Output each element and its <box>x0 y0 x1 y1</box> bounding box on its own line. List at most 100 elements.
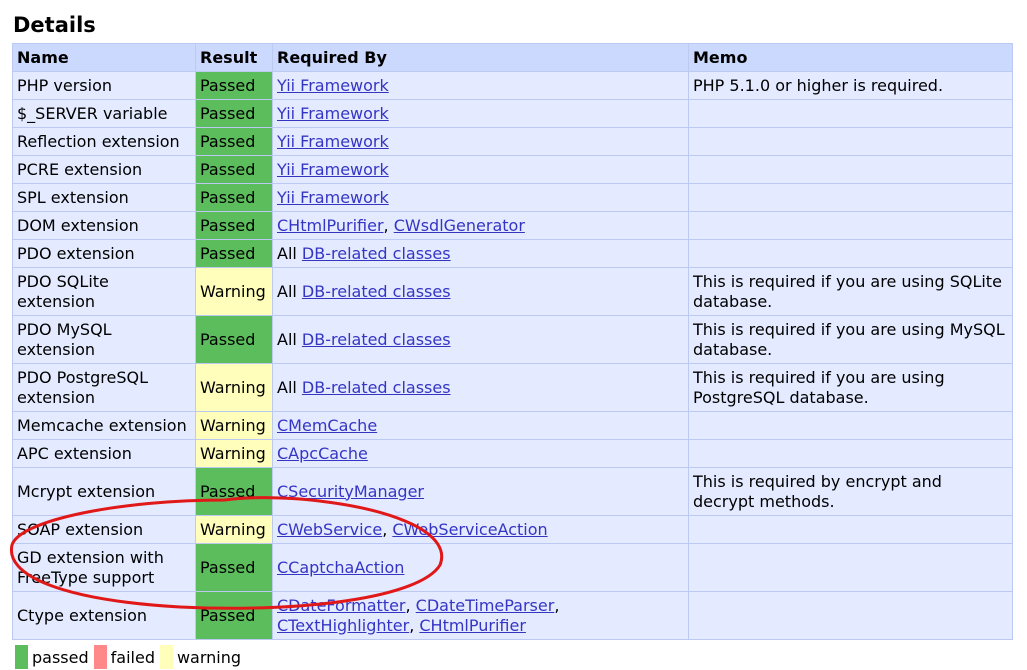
result-badge: Passed <box>196 544 273 592</box>
class-link[interactable]: CSecurityManager <box>277 482 424 501</box>
table-row: PDO SQLite extensionWarningAll DB-relate… <box>13 268 1013 316</box>
table-row: PDO PostgreSQL extensionWarningAll DB-re… <box>13 364 1013 412</box>
class-link[interactable]: Yii Framework <box>277 104 389 123</box>
result-badge: Passed <box>196 316 273 364</box>
table-row: PDO MySQL extensionPassedAll DB-related … <box>13 316 1013 364</box>
table-row: PHP versionPassedYii Framework PHP 5.1.0 … <box>13 72 1013 100</box>
memo-cell <box>689 212 1013 240</box>
memo-cell <box>689 128 1013 156</box>
memo-cell: This is required by encrypt and decrypt … <box>689 468 1013 516</box>
column-header-name: Name <box>13 44 196 72</box>
legend-swatch-passed <box>15 645 28 669</box>
required-by-cell: Yii Framework <box>273 184 689 212</box>
legend-swatch-failed <box>94 645 107 669</box>
requirement-name: DOM extension <box>13 212 196 240</box>
class-link[interactable]: CWebService <box>277 520 382 539</box>
result-badge: Passed <box>196 212 273 240</box>
required-by-cell: CMemCache <box>273 412 689 440</box>
requirement-name: PHP version <box>13 72 196 100</box>
column-header-required-by: Required By <box>273 44 689 72</box>
class-link[interactable]: Yii Framework <box>277 160 389 179</box>
class-link[interactable]: CWsdlGenerator <box>394 216 525 235</box>
class-link[interactable]: CHtmlPurifier <box>419 616 526 635</box>
link-separator: , <box>384 216 394 235</box>
memo-cell <box>689 184 1013 212</box>
requirement-name: GD extension with FreeType support <box>13 544 196 592</box>
table-row: DOM extensionPassedCHtmlPurifier, CWsdlG… <box>13 212 1013 240</box>
link-separator: , <box>409 616 419 635</box>
class-link[interactable]: DB-related classes <box>302 330 451 349</box>
memo-cell <box>689 240 1013 268</box>
class-link[interactable]: Yii Framework <box>277 188 389 207</box>
class-link[interactable]: Yii Framework <box>277 76 389 95</box>
table-row: Ctype extensionPassedCDateFormatter, CDa… <box>13 592 1013 640</box>
requirement-name: PDO SQLite extension <box>13 268 196 316</box>
required-by-cell: All DB-related classes <box>273 268 689 316</box>
requirement-name: PDO PostgreSQL extension <box>13 364 196 412</box>
class-link[interactable]: CCaptchaAction <box>277 558 404 577</box>
class-link[interactable]: Yii Framework <box>277 132 389 151</box>
header-row: Name Result Required By Memo <box>13 44 1013 72</box>
column-header-memo: Memo <box>689 44 1013 72</box>
required-by-cell: CApcCache <box>273 440 689 468</box>
table-row: Mcrypt extensionPassedCSecurityManagerTh… <box>13 468 1013 516</box>
memo-cell: This is required if you are using Postgr… <box>689 364 1013 412</box>
requirement-name: SOAP extension <box>13 516 196 544</box>
link-separator: , <box>406 596 416 615</box>
class-link[interactable]: CHtmlPurifier <box>277 216 384 235</box>
class-link[interactable]: DB-related classes <box>302 378 451 397</box>
class-link[interactable]: CMemCache <box>277 416 377 435</box>
memo-cell <box>689 544 1013 592</box>
result-badge: Warning <box>196 516 273 544</box>
required-by-prefix: All <box>277 244 302 263</box>
table-row: Memcache extensionWarningCMemCache <box>13 412 1013 440</box>
requirement-name: $_SERVER variable <box>13 100 196 128</box>
class-link[interactable]: CApcCache <box>277 444 368 463</box>
legend-swatch-warning <box>160 645 173 669</box>
class-link[interactable]: CTextHighlighter <box>277 616 409 635</box>
result-badge: Warning <box>196 412 273 440</box>
required-by-cell: Yii Framework <box>273 72 689 100</box>
required-by-cell: CDateFormatter, CDateTimeParser, CTextHi… <box>273 592 689 640</box>
required-by-cell: CCaptchaAction <box>273 544 689 592</box>
requirement-name: Memcache extension <box>13 412 196 440</box>
required-by-prefix: All <box>277 330 302 349</box>
table-row: SOAP extensionWarningCWebService, CWebSe… <box>13 516 1013 544</box>
result-badge: Warning <box>196 268 273 316</box>
result-badge: Passed <box>196 240 273 268</box>
result-badge: Passed <box>196 100 273 128</box>
result-badge: Warning <box>196 440 273 468</box>
memo-cell <box>689 100 1013 128</box>
table-row: SPL extensionPassedYii Framework <box>13 184 1013 212</box>
required-by-cell: CHtmlPurifier, CWsdlGenerator <box>273 212 689 240</box>
table-row: PDO extensionPassedAll DB-related classe… <box>13 240 1013 268</box>
table-row: Reflection extensionPassedYii Framework <box>13 128 1013 156</box>
required-by-cell: All DB-related classes <box>273 240 689 268</box>
class-link[interactable]: CDateTimeParser <box>416 596 555 615</box>
requirement-name: SPL extension <box>13 184 196 212</box>
memo-cell: This is required if you are using MySQL … <box>689 316 1013 364</box>
result-badge: Passed <box>196 184 273 212</box>
required-by-prefix: All <box>277 378 302 397</box>
required-by-cell: Yii Framework <box>273 100 689 128</box>
class-link[interactable]: CDateFormatter <box>277 596 406 615</box>
class-link[interactable]: DB-related classes <box>302 244 451 263</box>
requirement-name: Reflection extension <box>13 128 196 156</box>
class-link[interactable]: CWebServiceAction <box>392 520 547 539</box>
table-row: GD extension with FreeType supportPassed… <box>13 544 1013 592</box>
column-header-result: Result <box>196 44 273 72</box>
class-link[interactable]: DB-related classes <box>302 282 451 301</box>
required-by-cell: All DB-related classes <box>273 316 689 364</box>
table-row: $_SERVER variablePassedYii Framework <box>13 100 1013 128</box>
result-badge: Passed <box>196 156 273 184</box>
requirement-name: APC extension <box>13 440 196 468</box>
legend-label-warning: warning <box>177 648 241 667</box>
link-separator: , <box>382 520 392 539</box>
result-badge: Passed <box>196 72 273 100</box>
memo-cell: PHP 5.1.0 or higher is required. <box>689 72 1013 100</box>
requirement-name: PCRE extension <box>13 156 196 184</box>
required-by-cell: Yii Framework <box>273 156 689 184</box>
memo-cell <box>689 592 1013 640</box>
table-row: PCRE extensionPassedYii Framework <box>13 156 1013 184</box>
legend-label-failed: failed <box>111 648 155 667</box>
